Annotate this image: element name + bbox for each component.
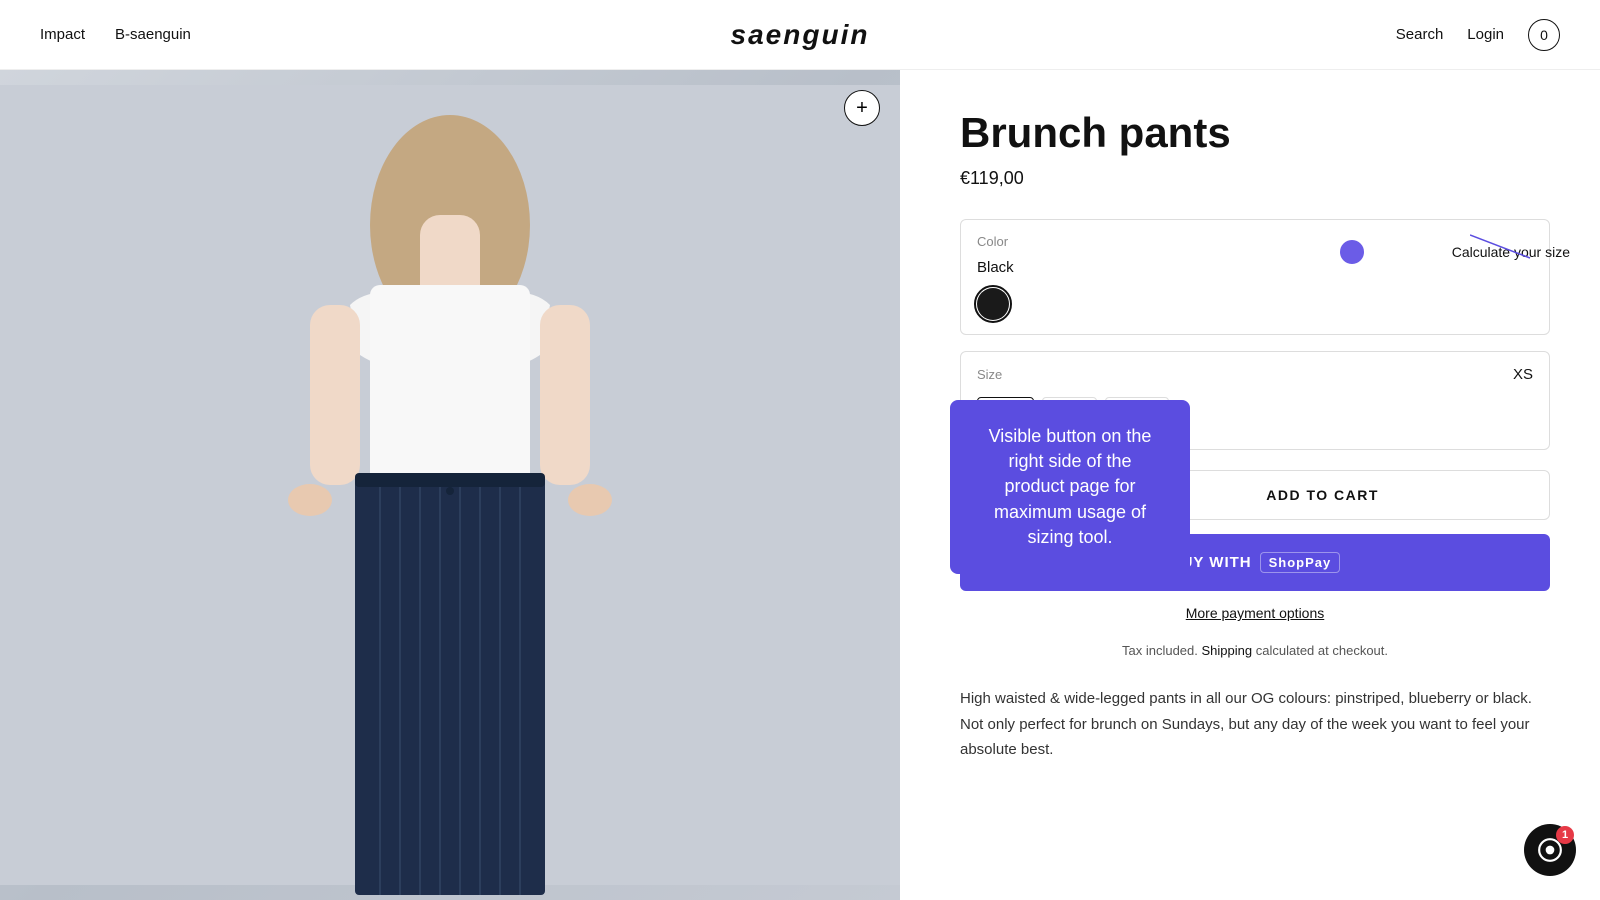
more-payment: More payment options [960,605,1550,623]
size-label: Size [977,367,1002,382]
nav-left: Impact B-saenguin [40,26,191,43]
search-link[interactable]: Search [1396,26,1444,43]
size-header: Size XS [977,366,1533,383]
nav-b-saenguin[interactable]: B-saenguin [115,26,191,43]
shop-pay-label: ShopPay [1260,552,1341,573]
calculate-size-button[interactable]: Calculate your size [1340,240,1570,264]
product-details: Brunch pants €119,00 Calculate your size… [900,70,1600,900]
sizing-tooltip: Visible button on the right side of the … [950,400,1190,574]
calculate-size-dot [1340,240,1364,264]
calculate-size-line-svg [1470,230,1540,260]
shipping-text: calculated at checkout. [1256,643,1388,658]
tax-info-text: Tax included. [1122,643,1198,658]
main-layout: + Brunch pants €119,00 Calculate your si… [0,70,1600,900]
tooltip-text: Visible button on the right side of the … [989,426,1152,547]
size-selected: XS [1513,366,1533,383]
product-image [0,70,900,900]
product-description: High waisted & wide-legged pants in all … [960,686,1550,763]
tax-info: Tax included. Shipping calculated at che… [960,643,1550,658]
product-title: Brunch pants [960,110,1550,156]
nav-impact[interactable]: Impact [40,26,85,43]
site-logo: saenguin [731,19,870,51]
nav-right: Search Login 0 [1396,19,1560,51]
chat-badge: 1 [1556,826,1574,844]
site-header: Impact B-saenguin saenguin Search Login … [0,0,1600,70]
zoom-button[interactable]: + [844,90,880,126]
color-section: Color Black [960,219,1550,335]
more-payment-link[interactable]: More payment options [1186,605,1325,621]
product-image-container: + [0,70,900,900]
cart-button[interactable]: 0 [1528,19,1560,51]
color-swatch-black[interactable] [977,288,1009,320]
login-link[interactable]: Login [1467,26,1504,43]
product-price: €119,00 [960,168,1550,189]
color-swatches [977,288,1533,320]
shipping-link[interactable]: Shipping [1202,643,1253,658]
chat-widget[interactable]: 1 [1524,824,1576,876]
